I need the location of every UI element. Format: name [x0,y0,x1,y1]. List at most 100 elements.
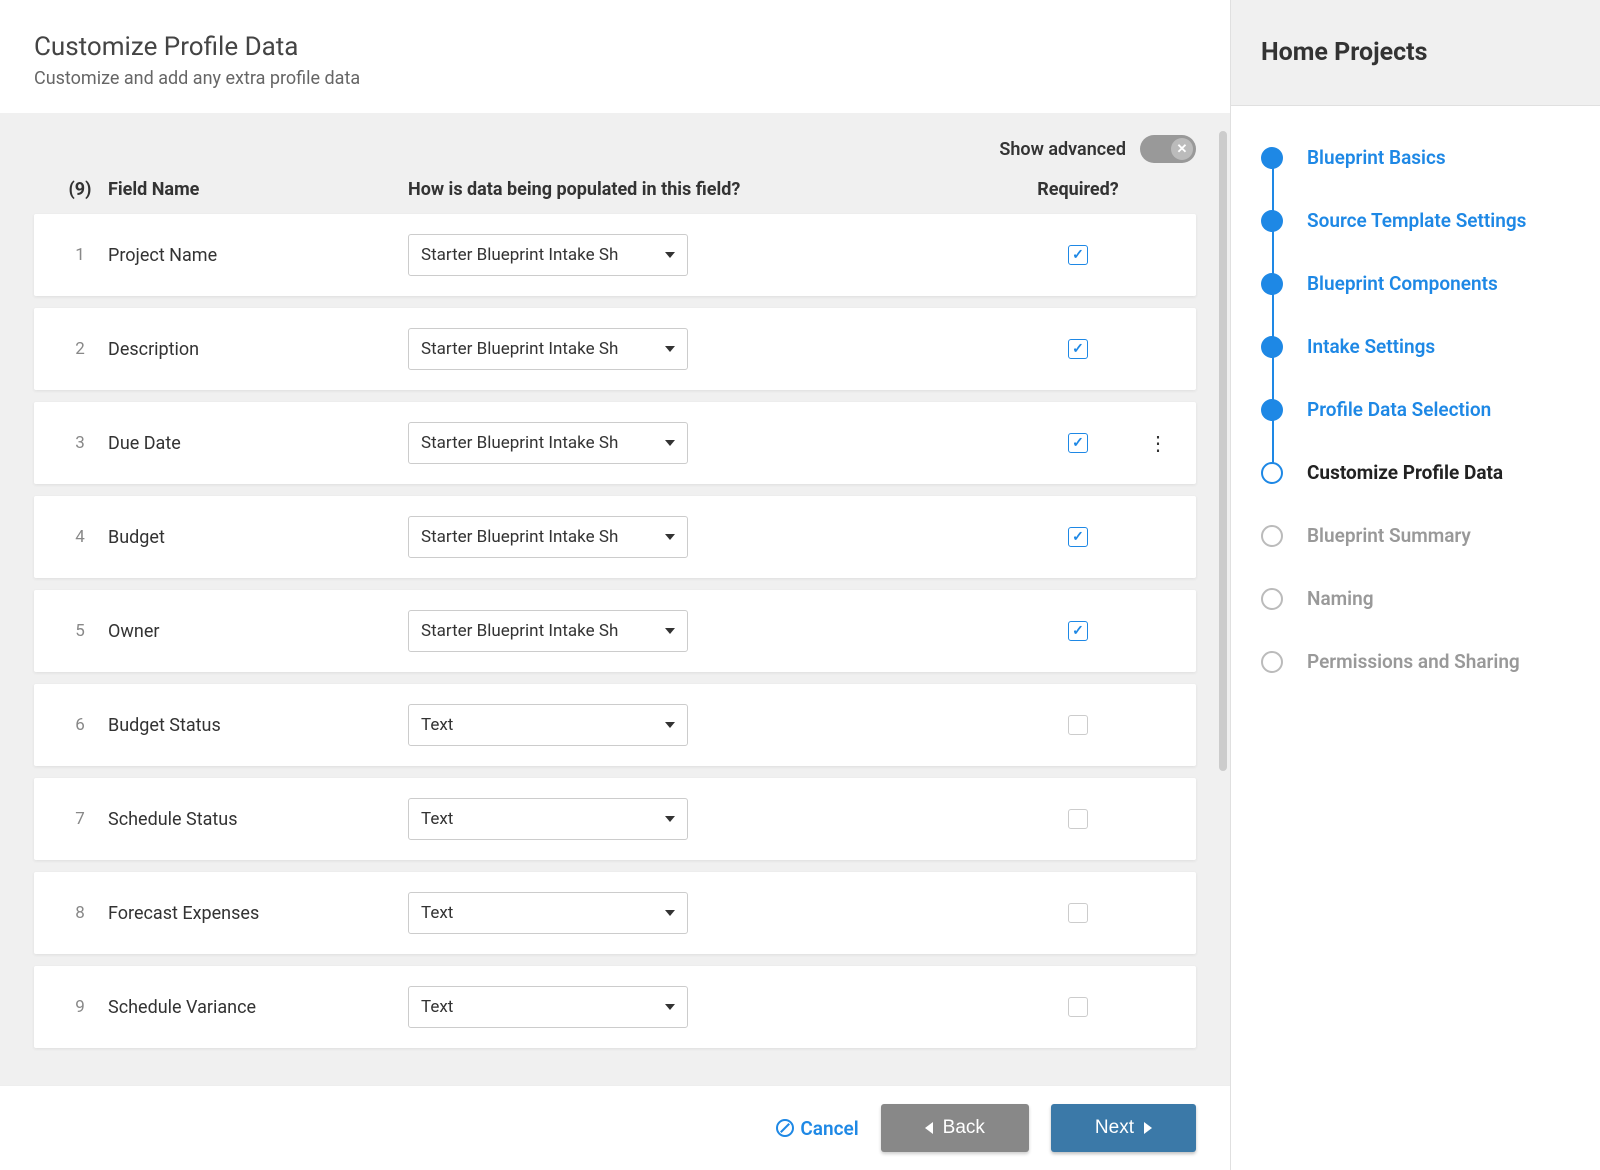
row-number: 9 [52,997,108,1017]
cancel-label: Cancel [800,1117,858,1140]
field-source-cell: Starter Blueprint Intake Sh [408,516,1018,558]
required-checkbox[interactable] [1068,245,1088,265]
rows-container: 1Project NameStarter Blueprint Intake Sh… [34,214,1196,1048]
step-item[interactable]: Intake Settings [1261,335,1570,358]
close-icon: ✕ [1171,138,1193,160]
row-menu-button[interactable]: ⋮ [1138,431,1178,455]
main-area: Customize Profile Data Customize and add… [0,0,1230,1170]
chevron-down-icon [665,440,675,446]
steps-list: Blueprint Basics Source Template Settings… [1231,106,1600,753]
required-checkbox[interactable] [1068,715,1088,735]
step-label: Blueprint Summary [1307,524,1471,547]
next-label: Next [1095,1117,1134,1139]
required-checkbox[interactable] [1068,339,1088,359]
chevron-down-icon [665,252,675,258]
required-cell [1018,527,1138,547]
required-checkbox[interactable] [1068,621,1088,641]
step-dot-icon [1261,462,1283,484]
source-dropdown[interactable]: Starter Blueprint Intake Sh [408,516,688,558]
step-item[interactable]: Profile Data Selection [1261,398,1570,421]
step-dot-icon [1261,588,1283,610]
required-checkbox[interactable] [1068,433,1088,453]
sidebar-title: Home Projects [1261,38,1570,67]
required-cell [1018,809,1138,829]
scrollbar[interactable] [1219,131,1227,771]
row-number: 3 [52,433,108,453]
dropdown-value: Starter Blueprint Intake Sh [421,433,655,453]
table-row: 8Forecast Expenses Text [34,872,1196,954]
step-label: Profile Data Selection [1307,398,1491,421]
back-button[interactable]: Back [881,1104,1029,1152]
step-item[interactable]: Customize Profile Data [1261,461,1570,484]
table-row: 3Due Date Starter Blueprint Intake Sh ⋮ [34,402,1196,484]
source-dropdown[interactable]: Starter Blueprint Intake Sh [408,328,688,370]
field-source-cell: Text [408,892,1018,934]
table-row: 9Schedule VarianceText [34,966,1196,1048]
step-dot-icon [1261,273,1283,295]
source-dropdown[interactable]: Text [408,798,688,840]
column-required: Required? [1018,179,1138,200]
sidebar: Home Projects Blueprint Basics Source Tem… [1230,0,1600,1170]
show-advanced-toggle[interactable]: ✕ [1140,135,1196,163]
step-item: Naming [1261,587,1570,610]
source-dropdown[interactable]: Starter Blueprint Intake Sh [408,234,688,276]
required-cell [1018,997,1138,1017]
column-populated: How is data being populated in this fiel… [408,179,1018,200]
step-dot-icon [1261,210,1283,232]
step-item[interactable]: Blueprint Basics [1261,146,1570,169]
source-dropdown[interactable]: Text [408,704,688,746]
step-dot-icon [1261,399,1283,421]
dropdown-value: Starter Blueprint Intake Sh [421,527,655,547]
required-cell [1018,903,1138,923]
step-item: Blueprint Summary [1261,524,1570,547]
next-button[interactable]: Next [1051,1104,1196,1152]
source-dropdown[interactable]: Starter Blueprint Intake Sh [408,422,688,464]
row-number: 1 [52,245,108,265]
cancel-button[interactable]: Cancel [776,1117,858,1140]
chevron-left-icon [925,1122,933,1134]
row-number: 8 [52,903,108,923]
row-number: 4 [52,527,108,547]
field-name: Budget [108,527,408,548]
field-name: Project Name [108,245,408,266]
chevron-down-icon [665,1004,675,1010]
header-section: Customize Profile Data Customize and add… [0,0,1230,113]
source-dropdown[interactable]: Starter Blueprint Intake Sh [408,610,688,652]
step-label: Naming [1307,587,1374,610]
required-cell [1018,621,1138,641]
step-item[interactable]: Blueprint Components [1261,272,1570,295]
table-row: 6Budget StatusText [34,684,1196,766]
sidebar-header: Home Projects [1231,0,1600,106]
field-name: Forecast Expenses [108,903,408,924]
step-item[interactable]: Source Template Settings [1261,209,1570,232]
show-advanced-row: Show advanced ✕ [34,135,1196,163]
dropdown-value: Text [421,903,655,923]
step-dot-icon [1261,147,1283,169]
required-cell [1018,339,1138,359]
page-title: Customize Profile Data [34,32,1196,62]
field-name: Due Date [108,433,408,454]
table-row: 1Project NameStarter Blueprint Intake Sh [34,214,1196,296]
step-label: Intake Settings [1307,335,1435,358]
required-cell [1018,433,1138,453]
row-number: 7 [52,809,108,829]
source-dropdown[interactable]: Text [408,892,688,934]
field-name: Owner [108,621,408,642]
chevron-down-icon [665,346,675,352]
table-row: 2DescriptionStarter Blueprint Intake Sh [34,308,1196,390]
step-item: Permissions and Sharing [1261,650,1570,673]
row-number: 2 [52,339,108,359]
chevron-down-icon [665,910,675,916]
column-field-name: Field Name [108,179,408,200]
field-source-cell: Starter Blueprint Intake Sh [408,234,1018,276]
required-checkbox[interactable] [1068,903,1088,923]
chevron-right-icon [1144,1122,1152,1134]
required-checkbox[interactable] [1068,527,1088,547]
column-count: (9) [52,179,108,200]
required-checkbox[interactable] [1068,997,1088,1017]
required-checkbox[interactable] [1068,809,1088,829]
step-label: Blueprint Components [1307,272,1498,295]
source-dropdown[interactable]: Text [408,986,688,1028]
table-header: (9) Field Name How is data being populat… [34,179,1196,214]
required-cell [1018,245,1138,265]
